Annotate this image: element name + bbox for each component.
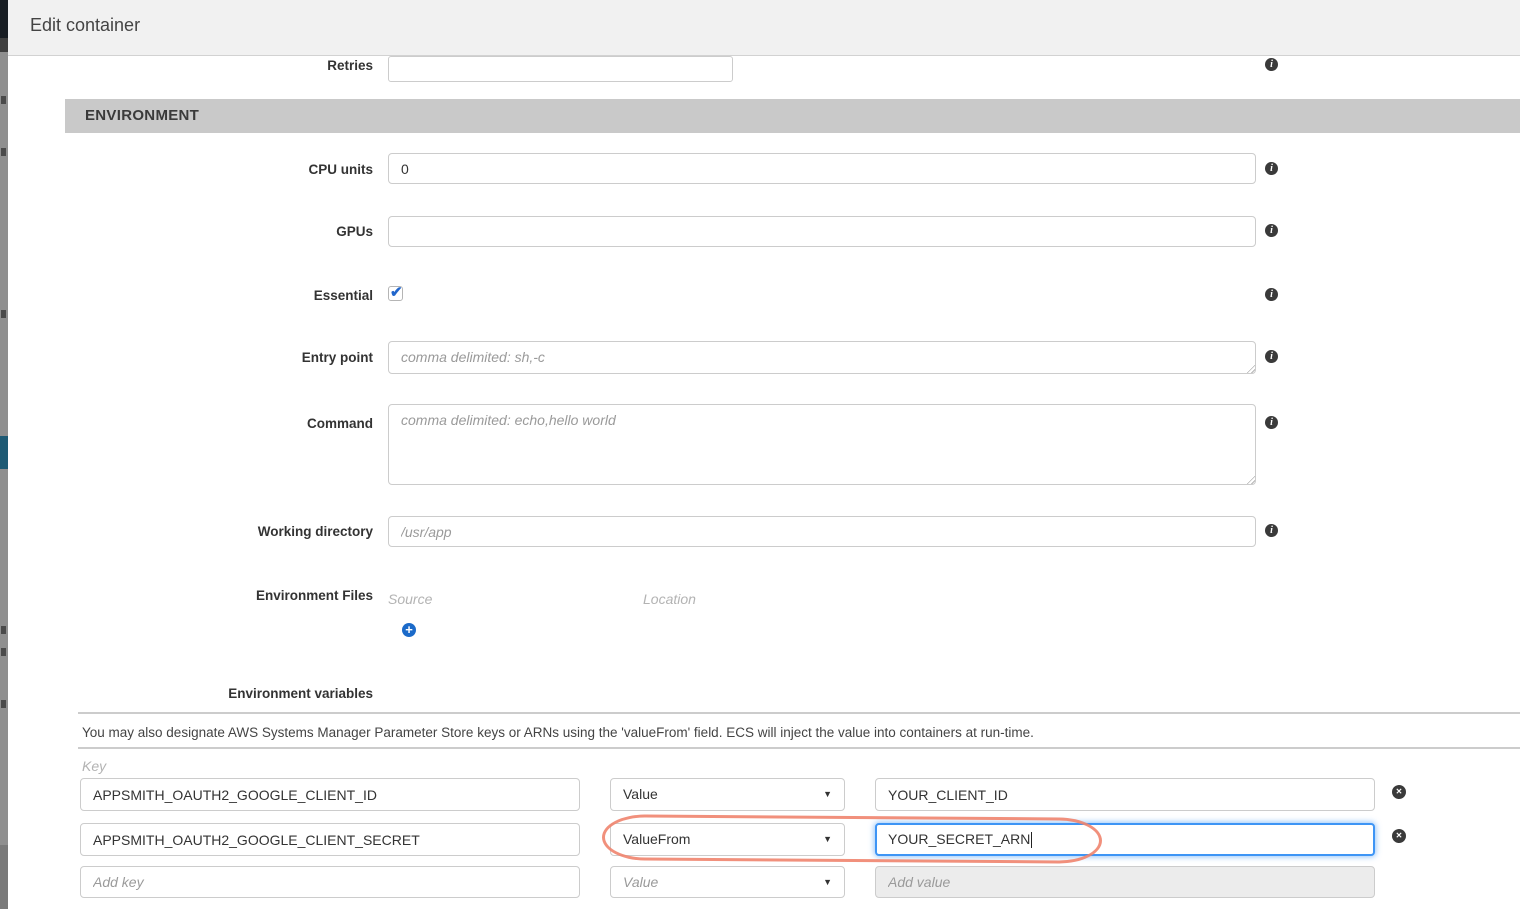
environment-files-label: Environment Files [60, 588, 373, 603]
close-icon: ✕ [1396, 787, 1403, 796]
selected-option: Value [623, 786, 658, 802]
command-label: Command [60, 416, 373, 431]
gpus-info-icon[interactable]: i [1265, 224, 1278, 237]
chevron-down-icon: ▼ [823, 779, 832, 810]
env-var-value-input[interactable] [875, 866, 1375, 898]
working-directory-input[interactable] [388, 516, 1256, 547]
text-cursor [1031, 832, 1032, 848]
env-var-type-select[interactable]: Value ▼ [610, 778, 845, 811]
env-vars-key-header: Key [82, 758, 106, 774]
environment-section-header: ENVIRONMENT [65, 99, 1520, 133]
env-var-key-input[interactable] [80, 778, 580, 811]
env-var-type-select[interactable]: ValueFrom ▼ [610, 823, 845, 856]
env-var-key-input[interactable] [80, 823, 580, 856]
delete-env-var-button[interactable]: ✕ [1392, 785, 1406, 799]
retries-input[interactable] [388, 56, 733, 82]
cpu-units-input[interactable] [388, 153, 1256, 184]
chevron-down-icon: ▼ [823, 824, 832, 855]
modal-title: Edit container [30, 15, 140, 36]
essential-label: Essential [60, 288, 373, 303]
dimmed-page-edge-top [0, 0, 8, 38]
chevron-down-icon: ▼ [823, 867, 832, 897]
env-files-source-header: Source [388, 591, 432, 607]
retries-label: Retries [60, 58, 373, 73]
entry-point-input[interactable] [388, 341, 1256, 374]
divider [78, 712, 1520, 714]
entry-point-info-icon[interactable]: i [1265, 350, 1278, 363]
entry-point-label: Entry point [60, 350, 373, 365]
env-files-location-header: Location [643, 591, 696, 607]
env-vars-note: You may also designate AWS Systems Manag… [82, 725, 1034, 740]
divider [78, 747, 1520, 749]
environment-variables-label: Environment variables [60, 686, 373, 701]
working-directory-label: Working directory [60, 524, 373, 539]
gpus-label: GPUs [60, 224, 373, 239]
close-icon: ✕ [1396, 831, 1403, 840]
command-input[interactable] [388, 404, 1256, 485]
dimmed-page-edge-teal [0, 436, 8, 469]
cpu-units-label: CPU units [60, 162, 373, 177]
dimmed-page-edge [0, 0, 8, 909]
cpu-units-info-icon[interactable]: i [1265, 162, 1278, 175]
command-info-icon[interactable]: i [1265, 416, 1278, 429]
dimmed-page-edge-subtop [0, 38, 8, 52]
env-var-type-select[interactable]: Value ▼ [610, 866, 845, 898]
env-var-key-input[interactable] [80, 866, 580, 898]
delete-env-var-button[interactable]: ✕ [1392, 829, 1406, 843]
plus-icon: + [405, 622, 413, 637]
essential-checkbox[interactable]: ✔ [388, 286, 403, 301]
add-environment-file-button[interactable]: + [402, 623, 416, 637]
env-var-value-input[interactable]: YOUR_SECRET_ARN [875, 823, 1375, 856]
dimmed-page-edge-bottom [0, 845, 8, 909]
retries-info-icon[interactable]: i [1265, 58, 1278, 71]
selected-option: Value [623, 874, 658, 890]
env-var-value-input[interactable] [875, 778, 1375, 811]
gpus-input[interactable] [388, 216, 1256, 247]
modal-header: Edit container [8, 0, 1520, 56]
checkmark-icon: ✔ [390, 283, 403, 301]
env-var-value-text: YOUR_SECRET_ARN [888, 831, 1030, 847]
selected-option: ValueFrom [623, 831, 690, 847]
essential-info-icon[interactable]: i [1265, 288, 1278, 301]
working-directory-info-icon[interactable]: i [1265, 524, 1278, 537]
